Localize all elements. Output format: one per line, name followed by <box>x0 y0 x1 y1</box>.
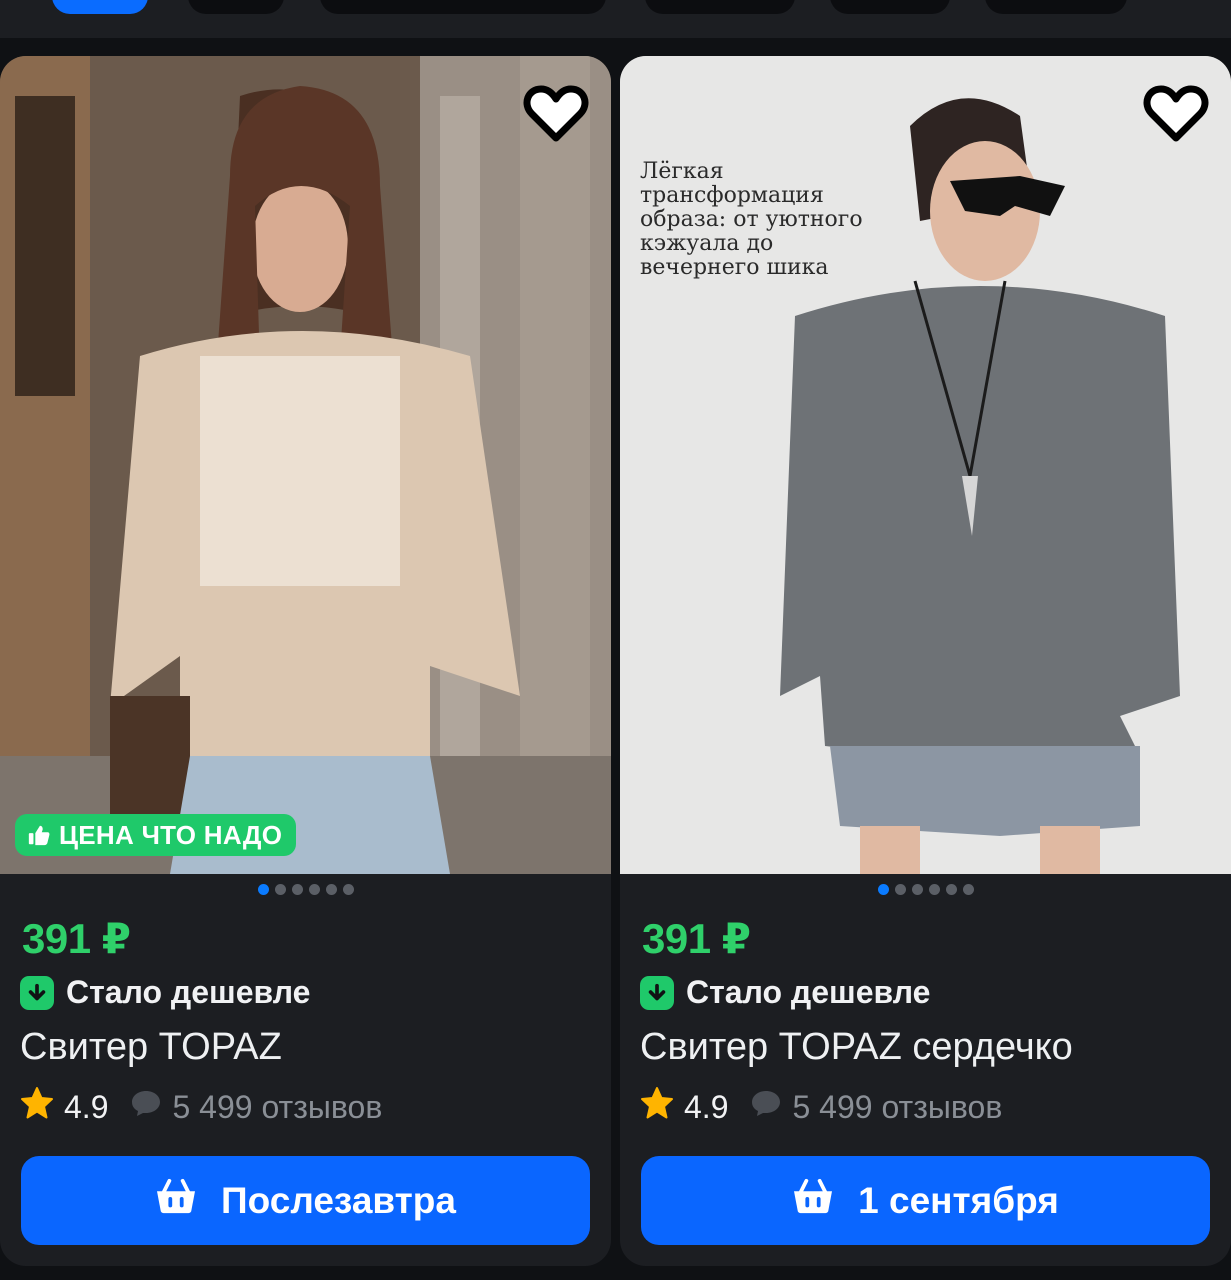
product-card[interactable]: Лёгкая трансформация образа: от уютного … <box>620 56 1231 1266</box>
add-to-cart-button[interactable]: Послезавтра <box>21 1156 590 1245</box>
category-chips-bar <box>0 0 1231 38</box>
favorite-heart-icon[interactable] <box>1143 84 1209 144</box>
add-to-cart-button[interactable]: 1 сентября <box>641 1156 1210 1245</box>
promo-badge: ЦЕНА ЧТО НАДО <box>15 814 297 856</box>
pagination-dot[interactable] <box>258 884 269 895</box>
rating-row: 4.9 5 499 отзывов <box>20 1086 382 1128</box>
basket-icon <box>155 1177 197 1224</box>
speech-bubble-icon <box>130 1088 162 1126</box>
category-chip[interactable] <box>52 0 148 14</box>
pagination-dot[interactable] <box>929 884 940 895</box>
add-to-cart-label: 1 сентября <box>858 1179 1059 1221</box>
category-chip[interactable] <box>830 0 950 14</box>
product-photo[interactable]: Лёгкая трансформация образа: от уютного … <box>620 56 1231 874</box>
category-chip[interactable] <box>320 0 606 14</box>
pagination-dot[interactable] <box>878 884 889 895</box>
basket-icon <box>792 1177 834 1224</box>
discount-label: Стало дешевле <box>686 974 931 1010</box>
product-title[interactable]: Свитер TOPAZ сердечко <box>640 1026 1073 1069</box>
pagination-dot[interactable] <box>895 884 906 895</box>
product-photo-image <box>0 56 611 874</box>
star-icon <box>640 1086 674 1128</box>
product-photo[interactable]: ЦЕНА ЧТО НАДО <box>0 56 611 874</box>
photo-pagination <box>620 884 1231 895</box>
pagination-dot[interactable] <box>292 884 303 895</box>
rating-value: 4.9 <box>684 1088 729 1125</box>
pagination-dot[interactable] <box>326 884 337 895</box>
product-card[interactable]: ЦЕНА ЧТО НАДО 391 ₽ Стало дешевле Свитер… <box>0 56 611 1266</box>
pagination-dot[interactable] <box>275 884 286 895</box>
discount-label: Стало дешевле <box>66 974 311 1010</box>
favorite-heart-icon[interactable] <box>523 84 589 144</box>
discount-label-row: Стало дешевле <box>640 974 930 1011</box>
rating-row: 4.9 5 499 отзывов <box>640 1086 1002 1128</box>
reviews-count[interactable]: 5 499 отзывов <box>792 1089 1002 1126</box>
star-icon <box>20 1086 54 1128</box>
product-title[interactable]: Свитер TOPAZ <box>20 1026 282 1069</box>
category-chip[interactable] <box>188 0 284 14</box>
thumbs-up-icon <box>27 823 51 847</box>
rating-value: 4.9 <box>64 1088 109 1125</box>
reviews-count[interactable]: 5 499 отзывов <box>172 1089 382 1126</box>
category-chip[interactable] <box>985 0 1127 14</box>
product-price: 391 ₽ <box>22 915 131 962</box>
arrow-down-icon <box>640 975 674 1010</box>
photo-pagination <box>0 884 611 895</box>
pagination-dot[interactable] <box>946 884 957 895</box>
product-price: 391 ₽ <box>642 915 751 962</box>
photo-caption: Лёгкая трансформация образа: от уютного … <box>640 159 863 280</box>
pagination-dot[interactable] <box>912 884 923 895</box>
arrow-down-icon <box>20 975 54 1010</box>
promo-badge-label: ЦЕНА ЧТО НАДО <box>59 819 283 850</box>
add-to-cart-label: Послезавтра <box>221 1179 456 1221</box>
discount-label-row: Стало дешевле <box>20 974 310 1011</box>
pagination-dot[interactable] <box>309 884 320 895</box>
pagination-dot[interactable] <box>343 884 354 895</box>
category-chip[interactable] <box>645 0 795 14</box>
pagination-dot[interactable] <box>963 884 974 895</box>
speech-bubble-icon <box>750 1088 782 1126</box>
